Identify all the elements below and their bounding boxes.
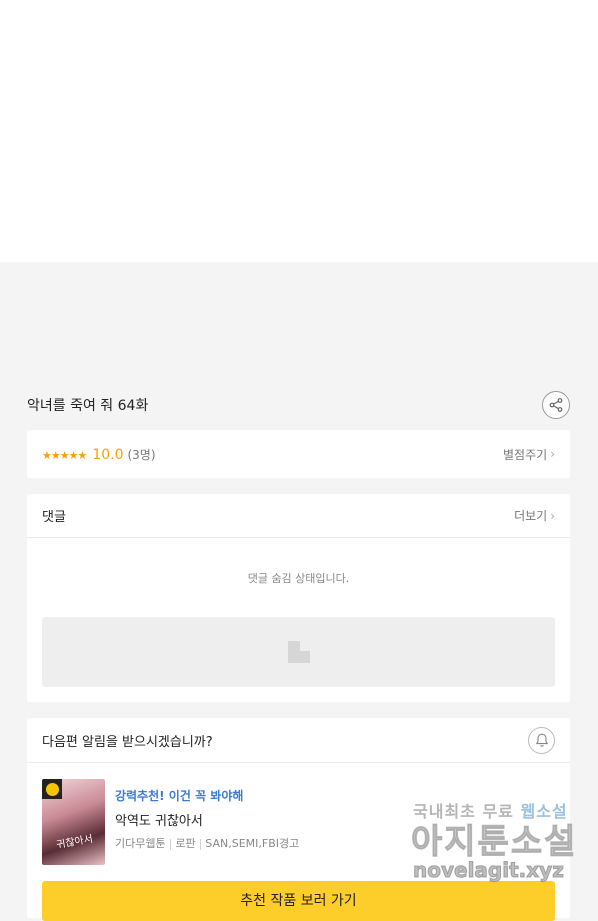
comments-hidden-message: 댓글 숨김 상태입니다. xyxy=(247,572,350,585)
comments-more-button[interactable]: 더보기 › xyxy=(514,507,555,524)
rate-label: 별점주기 xyxy=(503,447,548,462)
meta-category: 기다무웹툰 xyxy=(115,837,166,850)
chevron-right-icon: › xyxy=(550,508,555,523)
episode-header: 악녀를 죽여 줘 64화 xyxy=(27,388,570,422)
comments-header: 댓글 더보기 › xyxy=(27,494,570,538)
ad-placeholder[interactable] xyxy=(42,617,555,687)
chevron-right-icon: › xyxy=(550,447,555,461)
thumbnail-title: 귀찮아서 xyxy=(55,833,94,852)
recommend-meta: 기다무웹툰 | 로판 | SAN,SEMI,FBI경고 xyxy=(115,837,300,850)
recommend-tag: 강력추천! 이건 꼭 봐야해 xyxy=(115,789,244,803)
rating-count: (3명) xyxy=(127,447,156,462)
meta-rating: SAN,SEMI,FBI경고 xyxy=(205,837,300,850)
recommend-title: 악역도 귀찮아서 xyxy=(115,814,203,829)
recommended-info: 강력추천! 이건 꼭 봐야해 악역도 귀찮아서 기다무웹툰 | 로판 | SAN,SEM… xyxy=(115,779,299,865)
recommended-work[interactable]: 귀찮아서 강력추천! 이건 꼭 봐야해 악역도 귀찮아서 기다무웹툰 | 로판 | SA… xyxy=(27,763,570,865)
share-button[interactable] xyxy=(542,391,570,419)
more-label: 더보기 xyxy=(514,509,548,523)
recommend-cta-button[interactable]: 추천 작품 보러 가기 xyxy=(42,881,555,921)
notify-bell-button[interactable] xyxy=(528,726,555,754)
meta-genre: 로판 xyxy=(175,837,196,850)
episode-title: 악녀를 죽여 줘 64화 xyxy=(27,398,149,414)
comments-title: 댓글 xyxy=(42,510,66,525)
clock-badge-icon xyxy=(42,779,62,799)
notify-section: 다음편 알림을 받으시겠습니까? 귀찮아서 강력추천! 이건 꼭 봐야해 악역도… xyxy=(27,718,570,921)
rating-score: 10.0 xyxy=(92,446,124,463)
rate-button[interactable]: 별점주기 › xyxy=(503,446,555,463)
content-area xyxy=(0,0,598,262)
recommended-thumbnail[interactable]: 귀찮아서 xyxy=(42,779,105,865)
image-placeholder-icon xyxy=(287,641,310,663)
notify-question: 다음편 알림을 받으시겠습니까? xyxy=(42,734,213,750)
rating-bar: ★★★★★ 10.0 (3명) 별점주기 › xyxy=(27,430,570,478)
rating-summary: ★★★★★ 10.0 (3명) xyxy=(42,446,156,463)
share-icon xyxy=(549,398,563,412)
bell-icon xyxy=(535,733,548,747)
rating-stars: ★★★★★ xyxy=(42,448,87,462)
notify-header: 다음편 알림을 받으시겠습니까? xyxy=(27,718,570,763)
comments-section: 댓글 더보기 › 댓글 숨김 상태입니다. xyxy=(27,494,570,702)
